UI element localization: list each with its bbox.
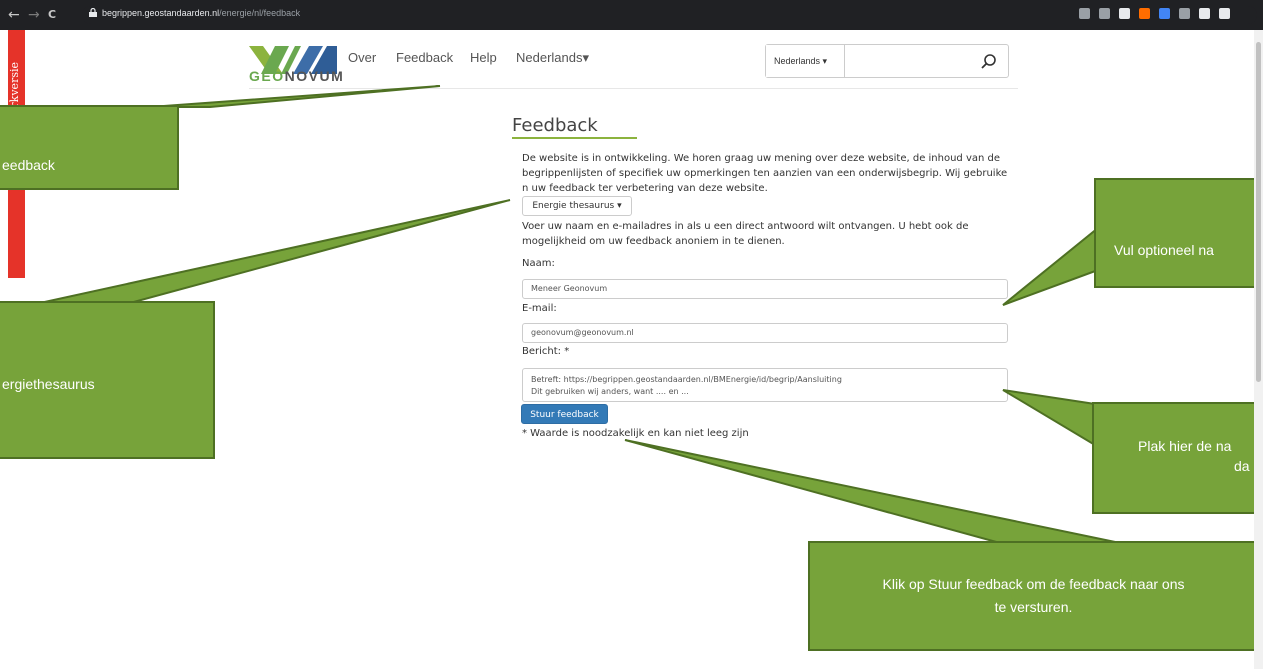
email-field[interactable]: geonovum@geonovum.nl: [522, 323, 1008, 343]
instructions-text: Voer uw naam en e-mailadres in als u een…: [522, 221, 969, 247]
callout-feedback: eedback: [0, 105, 179, 190]
callout-name-hint: Vul optioneel na: [1094, 178, 1263, 288]
extension-icon[interactable]: [1179, 8, 1190, 19]
forward-icon[interactable]: →: [28, 6, 40, 24]
search-input[interactable]: [846, 47, 970, 75]
nav-help[interactable]: Help: [470, 50, 497, 65]
nav-language[interactable]: Nederlands▾: [516, 50, 589, 66]
url-text[interactable]: begrippen.geostandaarden.nl/energie/nl/f…: [102, 8, 300, 18]
nav-over[interactable]: Over: [348, 50, 376, 65]
extension-icon[interactable]: [1219, 8, 1230, 19]
message-label: Bericht: *: [522, 346, 570, 357]
name-label: Naam:: [522, 258, 555, 269]
callout-paste-hint: Plak hier de na da: [1092, 402, 1263, 514]
callout-thesaurus: ergiethesaurus: [0, 301, 215, 459]
title-underline: [512, 137, 637, 139]
extension-icon[interactable]: [1099, 8, 1110, 19]
name-value: Meneer Geonovum: [531, 284, 608, 293]
message-line-2: Dit gebruiken wij anders, want .... en .…: [531, 387, 689, 396]
email-value: geonovum@geonovum.nl: [531, 328, 634, 337]
thesaurus-dropdown[interactable]: Energie thesaurus ▾: [522, 196, 632, 216]
search-language-dropdown[interactable]: Nederlands ▾: [766, 45, 845, 77]
message-textarea[interactable]: Betreft: https://begrippen.geostandaarde…: [522, 368, 1008, 402]
intro-text: De website is in ontwikkeling. We horen …: [522, 153, 1008, 194]
message-line-1: Betreft: https://begrippen.geostandaarde…: [531, 375, 842, 384]
header-divider: [249, 88, 1018, 89]
scrollbar-thumb[interactable]: [1256, 42, 1261, 382]
lock-icon: [89, 8, 97, 17]
name-field[interactable]: Meneer Geonovum: [522, 279, 1008, 299]
back-icon[interactable]: ←: [8, 6, 20, 24]
search-icon[interactable]: [980, 52, 998, 70]
email-label: E-mail:: [522, 303, 557, 314]
callout-submit-hint: Klik op Stuur feedback om de feedback na…: [808, 541, 1263, 651]
required-note: * Waarde is noodzakelijk en kan niet lee…: [522, 428, 749, 439]
extension-icon[interactable]: [1159, 8, 1170, 19]
logo-wordmark: GEONOVUM: [249, 68, 345, 84]
extension-icon[interactable]: [1139, 8, 1150, 19]
extension-icon[interactable]: [1199, 8, 1210, 19]
search-bar: Nederlands ▾: [765, 44, 1009, 78]
submit-feedback-button[interactable]: Stuur feedback: [521, 404, 608, 424]
extension-icon[interactable]: [1079, 8, 1090, 19]
extension-icon[interactable]: [1119, 8, 1130, 19]
reload-icon[interactable]: C: [48, 6, 56, 24]
nav-feedback[interactable]: Feedback: [396, 50, 453, 65]
page-title: Feedback: [512, 115, 598, 136]
